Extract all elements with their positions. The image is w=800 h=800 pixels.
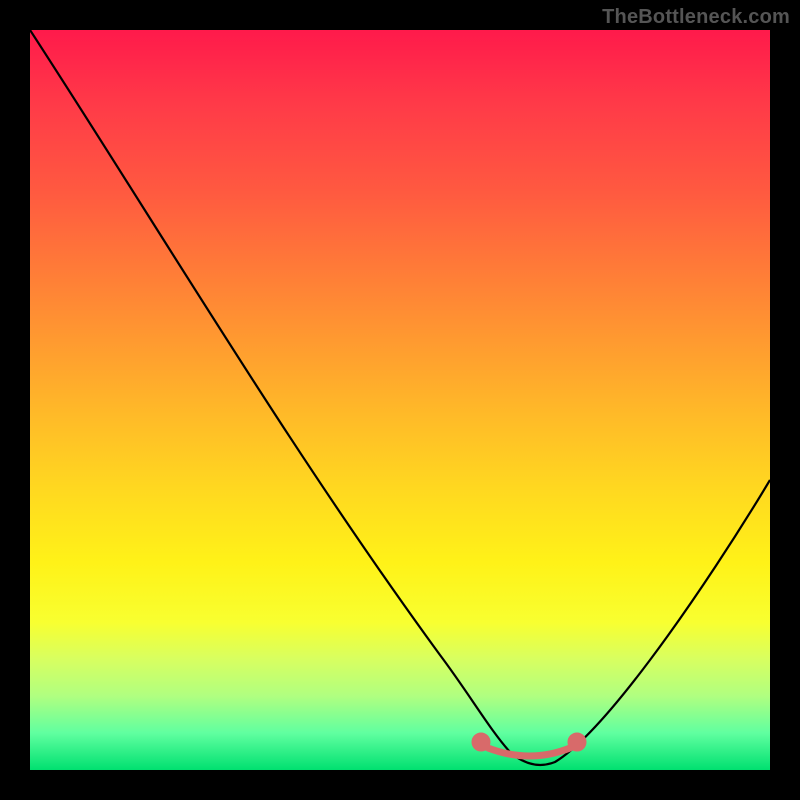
plot-area — [30, 30, 770, 770]
watermark-text: TheBottleneck.com — [602, 6, 790, 29]
plot-svg — [30, 30, 770, 770]
bottleneck-curve — [30, 30, 770, 765]
chart-frame: TheBottleneck.com — [0, 0, 800, 800]
